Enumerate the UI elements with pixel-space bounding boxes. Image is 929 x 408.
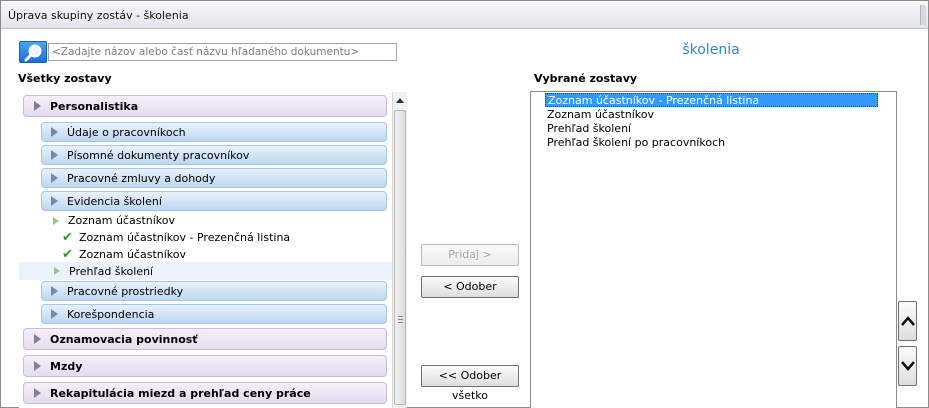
chevron-up-icon: [901, 316, 915, 326]
leaf-arrow-icon: [54, 267, 60, 275]
list-item[interactable]: Zoznam účastníkov: [545, 108, 656, 122]
tree-category[interactable]: Rekapitulácia miezd a prehľad ceny práce: [23, 382, 387, 404]
expand-arrow-icon[interactable]: [51, 286, 58, 296]
tree-subcategory[interactable]: Údaje o pracovníkoch: [41, 122, 387, 142]
expand-arrow-icon[interactable]: [51, 196, 58, 206]
remove-all-button[interactable]: << Odober všetko: [421, 365, 519, 402]
title-bar-edge: [920, 5, 926, 25]
search-button[interactable]: [19, 41, 47, 63]
list-item[interactable]: Zoznam účastníkov - Prezenčná listina: [545, 93, 878, 107]
tree-node-label: Personalistika: [50, 99, 139, 113]
tree-leaf-report-hover[interactable]: Prehľad školení: [19, 262, 393, 280]
expand-arrow-icon[interactable]: [34, 361, 41, 371]
tree-node-label: Rekapitulácia miezd a prehľad ceny práce: [50, 386, 311, 400]
checkmark-icon: ✔: [62, 247, 73, 262]
tree-node-label: Písomné dokumenty pracovníkov: [67, 148, 250, 162]
tree-node-label: Evidencia školení: [67, 194, 162, 208]
expand-arrow-icon[interactable]: [34, 334, 41, 344]
scroll-up-icon[interactable]: [394, 94, 406, 108]
expand-arrow-icon[interactable]: [51, 309, 58, 319]
tree-subcategory[interactable]: Písomné dokumenty pracovníkov: [41, 145, 387, 165]
list-item[interactable]: Prehľad školení po pracovníkoch: [545, 136, 727, 150]
tree-node-label: Zoznam účastníkov - Prezenčná listina: [79, 231, 291, 244]
chevron-down-icon: [901, 361, 915, 371]
tree-node-label: Oznamovacia povinnosť: [50, 332, 198, 346]
tree-node-label: Údaje o pracovníkoch: [67, 125, 186, 139]
tree-scrollbar[interactable]: [392, 92, 407, 408]
expand-arrow-icon[interactable]: [51, 173, 58, 183]
tree-subcategory[interactable]: Pracovné zmluvy a dohody: [41, 168, 387, 188]
expand-arrow-icon[interactable]: [34, 388, 41, 398]
move-down-button[interactable]: [898, 346, 917, 386]
group-title: školenia: [682, 42, 740, 58]
expand-arrow-icon[interactable]: [51, 150, 58, 160]
tree-node-label: Prehľad školení: [69, 264, 154, 278]
expand-arrow-icon[interactable]: [51, 127, 58, 137]
checkmark-icon: ✔: [62, 230, 73, 245]
expand-arrow-icon[interactable]: [34, 101, 41, 111]
add-button[interactable]: Pridaj >: [421, 244, 519, 266]
tree-node-label: Korešpondencia: [67, 307, 155, 321]
move-up-button[interactable]: [898, 301, 917, 341]
selected-reports-list[interactable]: Zoznam účastníkov - Prezenčná listina Zo…: [530, 91, 897, 408]
all-reports-label: Všetky zostavy: [18, 72, 112, 85]
tree-node-label: Zoznam účastníkov: [79, 248, 187, 261]
dialog-window: Úprava skupiny zostáv - školenia školeni…: [0, 0, 929, 408]
tree-node-label: Zoznam účastníkov: [68, 214, 176, 227]
tree-node-label: Mzdy: [50, 359, 83, 373]
tree-category-personalistika[interactable]: Personalistika: [23, 95, 387, 117]
tree-category[interactable]: Oznamovacia povinnosť: [23, 328, 387, 350]
tree-node-label: Pracovné prostriedky: [67, 284, 184, 298]
remove-button[interactable]: < Odober: [421, 276, 519, 298]
leaf-arrow-icon: [53, 216, 59, 225]
tree-node-label: Pracovné zmluvy a dohody: [67, 171, 216, 185]
tree-subcategory[interactable]: Korešpondencia: [41, 304, 387, 324]
title-bar: Úprava skupiny zostáv - školenia: [1, 1, 928, 29]
grip-icon: [398, 316, 403, 323]
magnifier-icon: [24, 44, 42, 62]
list-item[interactable]: Prehľad školení: [545, 122, 633, 136]
tree-category[interactable]: Mzdy: [23, 355, 387, 377]
selected-reports-label: Vybrané zostavy: [534, 72, 638, 85]
scrollbar-thumb[interactable]: [394, 110, 406, 405]
window-title: Úprava skupiny zostáv - školenia: [8, 9, 189, 22]
reports-tree[interactable]: Personalistika Údaje o pracovníkoch Píso…: [19, 92, 393, 408]
search-input[interactable]: [48, 43, 397, 61]
tree-subcategory-evidencia-skoleni[interactable]: Evidencia školení: [41, 191, 387, 211]
tree-subcategory[interactable]: Pracovné prostriedky: [41, 281, 387, 301]
